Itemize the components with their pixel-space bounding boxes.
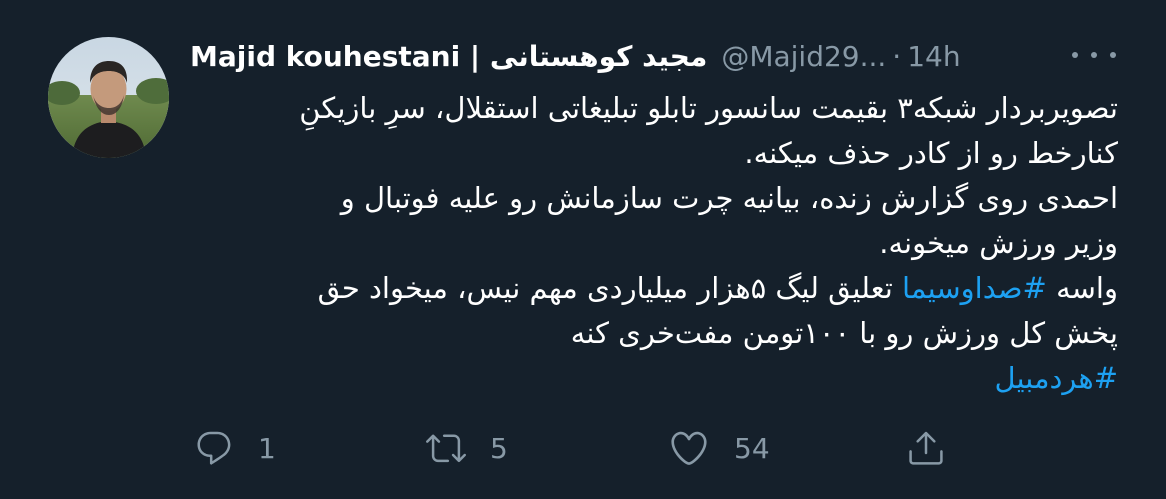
tweet-line: تصویربردار شبکه۳ بقیمت سانسور تابلو تبلی… — [299, 91, 1118, 125]
tweet-text: تصویربردار شبکه۳ بقیمت سانسور تابلو تبلی… — [190, 86, 1118, 401]
reply-button[interactable]: 1 — [194, 420, 276, 476]
tweet-line: وزیر ورزش میخونه. — [879, 226, 1118, 260]
like-button[interactable]: 54 — [668, 420, 770, 476]
hashtag-link[interactable]: #صداوسیما — [902, 271, 1047, 305]
more-dot — [1072, 52, 1078, 58]
reply-count: 1 — [258, 431, 276, 465]
tweet-line: واسه #صداوسیما تعلیق لیگ ۵هزار میلیاردی … — [190, 266, 1118, 311]
share-button[interactable] — [906, 420, 946, 476]
tweet-header: Majid kouhestani | مجید کوهستانی @Majid2… — [190, 34, 1120, 78]
avatar-image — [48, 37, 169, 158]
reply-icon — [197, 431, 231, 465]
more-dot — [1091, 52, 1097, 58]
hashtag-link[interactable]: #هردمبیل — [994, 361, 1118, 395]
retweet-count: 5 — [490, 431, 508, 465]
tweet-text-fragment: تعلیق لیگ ۵هزار میلیاردی مهم نیس، میخواد… — [317, 271, 902, 305]
user-handle[interactable]: @Majid29... — [721, 40, 886, 73]
tweet-text-fragment: واسه — [1046, 271, 1118, 305]
more-icon[interactable] — [1072, 40, 1116, 70]
like-count: 54 — [734, 431, 770, 465]
avatar[interactable] — [48, 37, 169, 158]
timestamp[interactable]: 14h — [907, 40, 960, 73]
action-bar: 1 5 54 — [190, 420, 990, 476]
tweet-card[interactable]: Majid kouhestani | مجید کوهستانی @Majid2… — [0, 0, 1166, 499]
retweet-icon — [426, 434, 466, 463]
tweet-line: احمدی روی گزارش زنده، بیانیه چرت سازمانش… — [340, 181, 1118, 215]
like-icon — [671, 431, 707, 465]
tweet-line: کنارخط رو از کادر حذف میکنه. — [744, 136, 1118, 170]
display-name[interactable]: Majid kouhestani | مجید کوهستانی — [190, 40, 707, 73]
more-dot — [1110, 52, 1116, 58]
tweet-line: #هردمبیل — [190, 356, 1118, 401]
tweet-line: پخش کل ورزش رو با ۱۰۰تومن مفت‌خری کنه — [570, 316, 1118, 350]
separator-dot: · — [892, 39, 902, 73]
retweet-button[interactable]: 5 — [426, 420, 508, 476]
share-icon — [909, 431, 943, 465]
